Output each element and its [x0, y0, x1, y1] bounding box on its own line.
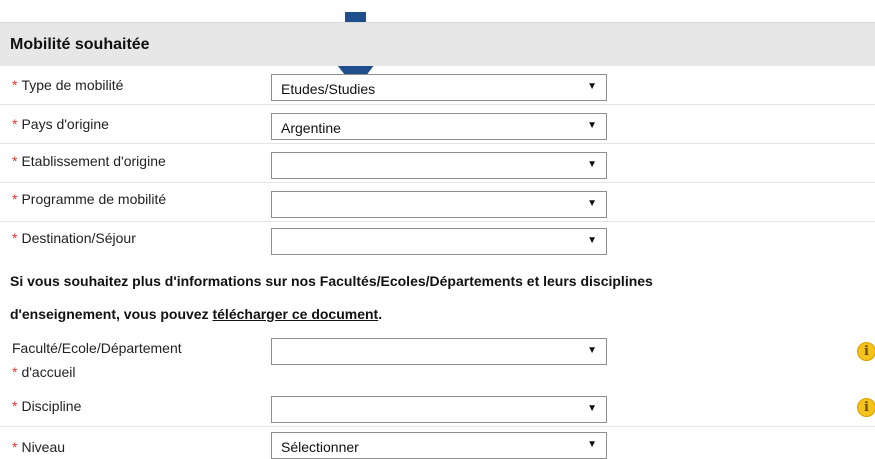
etablissement-origine-select[interactable]: ▼ [271, 152, 607, 179]
required-mark: * [12, 77, 18, 93]
field-label-destination-sejour: * Destination/Séjour [12, 230, 136, 246]
dropdown-caret-icon: ▼ [587, 235, 597, 246]
form-row-etablissement-origine: * Etablissement d'origine ▼ [0, 144, 875, 183]
form-row-niveau: * Niveau Sélectionner ▼ [0, 427, 875, 459]
info-paragraph-line1: Si vous souhaitez plus d'informations su… [10, 273, 653, 289]
dropdown-caret-icon: ▼ [587, 159, 597, 170]
required-mark: * [12, 230, 18, 246]
form-row-discipline: * Discipline ▼ i [0, 385, 875, 427]
dropdown-caret-icon: ▼ [587, 81, 597, 92]
section-header: Mobilité souhaitée [0, 22, 875, 66]
pays-origine-select[interactable]: Argentine ▼ [271, 113, 607, 140]
section-title: Mobilité souhaitée [10, 36, 150, 53]
select-value: Etudes/Studies [281, 81, 376, 97]
destination-sejour-select[interactable]: ▼ [271, 228, 607, 255]
required-mark: * [12, 398, 18, 414]
form-row-destination-sejour: * Destination/Séjour ▼ [0, 222, 875, 261]
field-label-type-mobilite: * Type de mobilité [12, 77, 124, 93]
required-mark: * [12, 153, 18, 169]
field-label-discipline: * Discipline [12, 398, 82, 414]
select-value: Sélectionner [281, 439, 359, 455]
field-label-etablissement-origine: * Etablissement d'origine [12, 153, 166, 169]
dropdown-caret-icon: ▼ [587, 198, 597, 209]
info-icon[interactable]: i [857, 342, 875, 361]
field-label-niveau: * Niveau [12, 439, 66, 455]
required-mark: * [12, 364, 18, 380]
faculte-select[interactable]: ▼ [271, 338, 607, 365]
select-value: Argentine [281, 120, 341, 136]
dropdown-caret-icon: ▼ [587, 120, 597, 131]
required-mark: * [12, 439, 18, 455]
form-row-faculte: Faculté/Ecole/Département * d'accueil ▼ i [0, 334, 875, 385]
discipline-select[interactable]: ▼ [271, 396, 607, 423]
info-icon[interactable]: i [857, 398, 875, 417]
required-mark: * [12, 116, 18, 132]
form-row-type-mobilite: * Type de mobilité Etudes/Studies ▼ [0, 66, 875, 105]
form-row-programme-mobilite: * Programme de mobilité ▼ [0, 183, 875, 222]
field-label-programme-mobilite: * Programme de mobilité [12, 191, 167, 207]
field-label-pays-origine: * Pays d'origine [12, 116, 109, 132]
download-document-link[interactable]: télécharger ce document [212, 306, 378, 322]
dropdown-caret-icon: ▼ [587, 345, 597, 356]
required-mark: * [12, 191, 18, 207]
form-row-pays-origine: * Pays d'origine Argentine ▼ [0, 105, 875, 144]
programme-mobilite-select[interactable]: ▼ [271, 191, 607, 218]
dropdown-caret-icon: ▼ [587, 403, 597, 414]
field-label-faculte-line1: Faculté/Ecole/Département [12, 340, 182, 356]
info-paragraph-line2: d'enseignement, vous pouvez télécharger … [10, 306, 383, 322]
dropdown-caret-icon: ▼ [587, 439, 597, 450]
field-label-faculte-line2: * d'accueil [12, 364, 76, 380]
niveau-select[interactable]: Sélectionner ▼ [271, 432, 607, 459]
type-mobilite-select[interactable]: Etudes/Studies ▼ [271, 74, 607, 101]
